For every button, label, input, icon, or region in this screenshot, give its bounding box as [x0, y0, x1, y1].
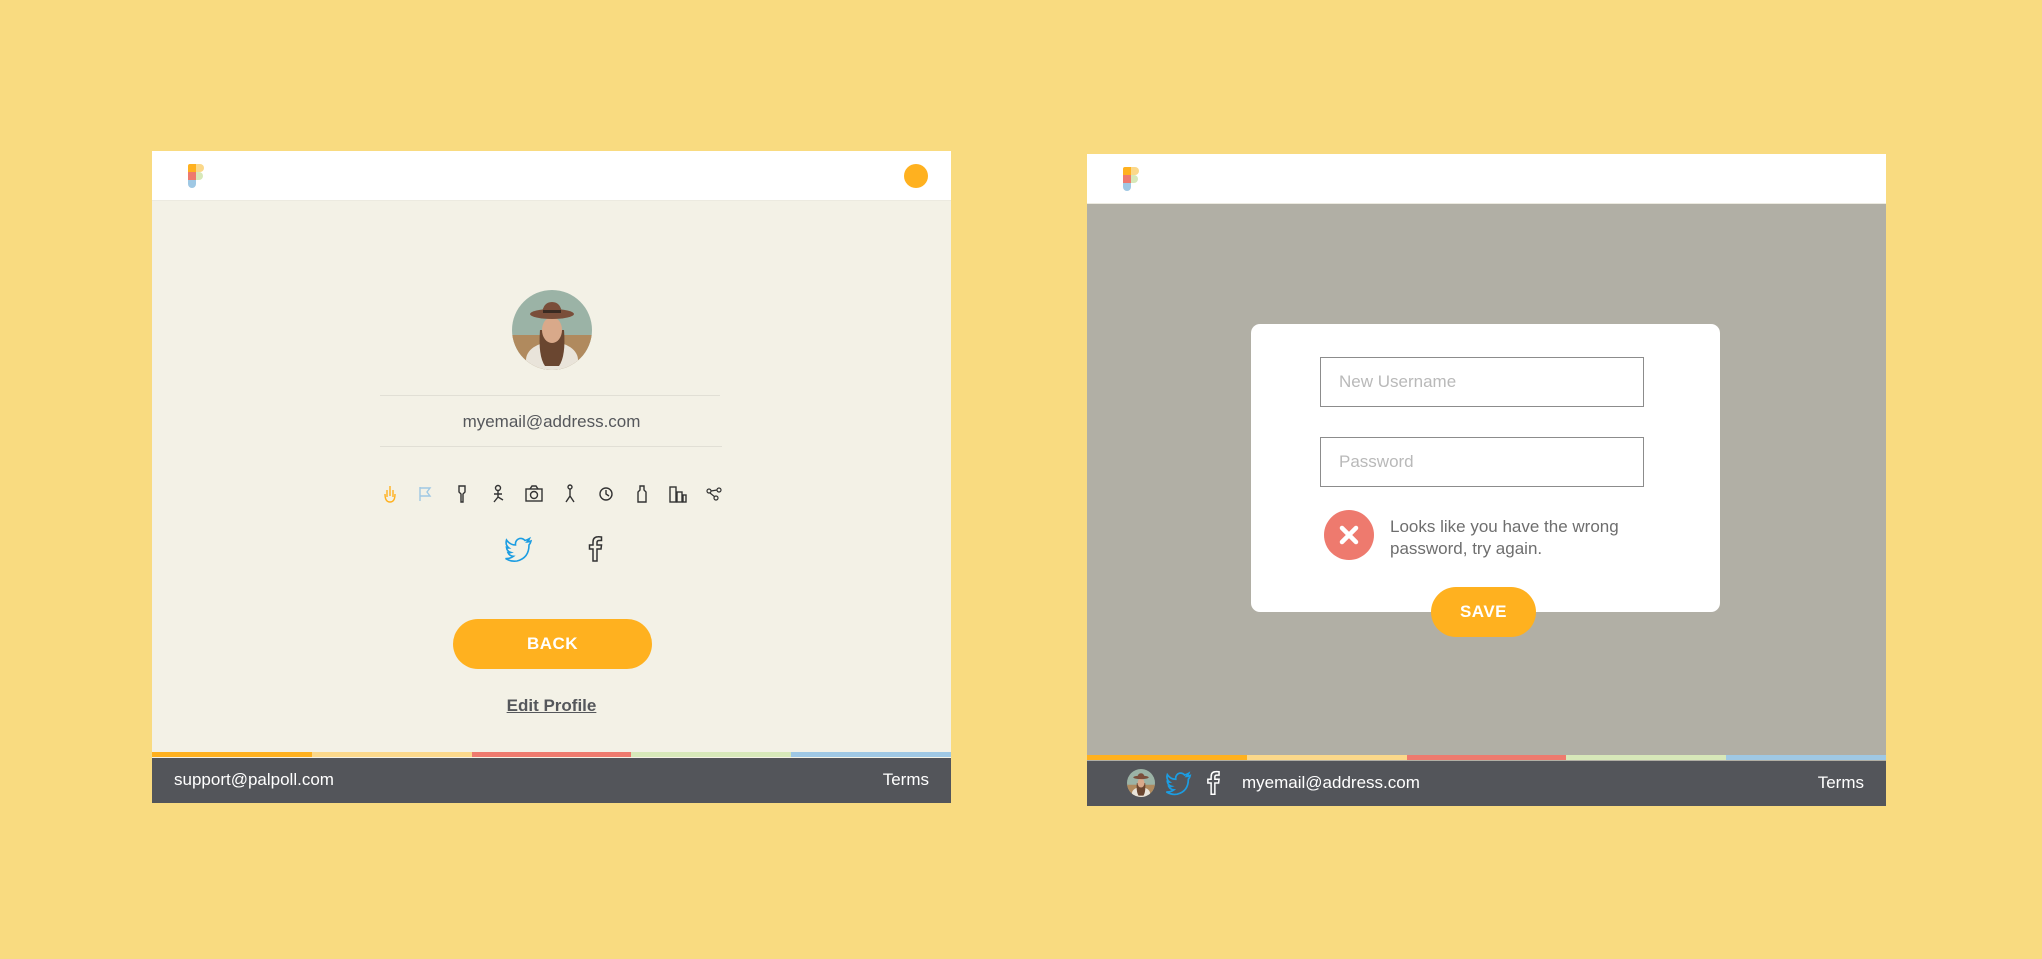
menu-dot-icon[interactable] [904, 164, 928, 188]
back-button[interactable]: BACK [453, 619, 652, 669]
error-message: Looks like you have the wrong password, … [1390, 517, 1619, 558]
password-input[interactable] [1320, 437, 1644, 487]
color-stripe [1087, 755, 1886, 760]
save-button[interactable]: SAVE [1431, 587, 1536, 637]
terms-link[interactable]: Terms [883, 770, 929, 790]
palpoll-logo-icon[interactable] [1123, 167, 1139, 191]
edit-profile-link[interactable]: Edit Profile [152, 696, 951, 716]
divider-bottom [380, 446, 722, 447]
divider-top [380, 395, 720, 396]
badge-icon-row [152, 483, 951, 505]
facebook-icon[interactable] [1199, 769, 1227, 797]
edit-modal: Looks like you have the wrong password, … [1251, 324, 1720, 612]
camera-icon[interactable] [523, 483, 545, 505]
top-bar [1087, 154, 1886, 204]
username-input[interactable] [1320, 357, 1644, 407]
footer-email: myemail@address.com [1242, 773, 1420, 792]
avatar[interactable] [1127, 769, 1155, 797]
terms-link[interactable]: Terms [1818, 773, 1864, 793]
buildings-icon[interactable] [667, 483, 689, 505]
torch-icon[interactable] [451, 483, 473, 505]
color-stripe [152, 752, 951, 757]
twitter-icon[interactable] [1165, 769, 1193, 797]
bottle-icon[interactable] [631, 483, 653, 505]
edit-profile-window: Looks like you have the wrong password, … [1087, 154, 1886, 806]
close-icon [1324, 510, 1374, 560]
share-icon[interactable] [703, 483, 725, 505]
palpoll-logo-icon[interactable] [188, 164, 204, 188]
figure-icon[interactable] [559, 483, 581, 505]
footer: myemail@address.com Terms [1087, 761, 1886, 806]
clock-icon[interactable] [595, 483, 617, 505]
person-icon[interactable] [487, 483, 509, 505]
flag-icon[interactable] [415, 483, 437, 505]
hand-icon[interactable] [379, 483, 401, 505]
twitter-icon[interactable] [504, 534, 534, 564]
top-bar [152, 151, 951, 201]
avatar [512, 290, 592, 370]
support-email-link[interactable]: support@palpoll.com [174, 770, 334, 790]
footer: support@palpoll.com Terms [152, 758, 951, 803]
profile-window: myemail@address.com BACK Edit Profile su… [152, 151, 951, 803]
facebook-icon[interactable] [580, 534, 610, 564]
profile-email: myemail@address.com [462, 412, 641, 431]
